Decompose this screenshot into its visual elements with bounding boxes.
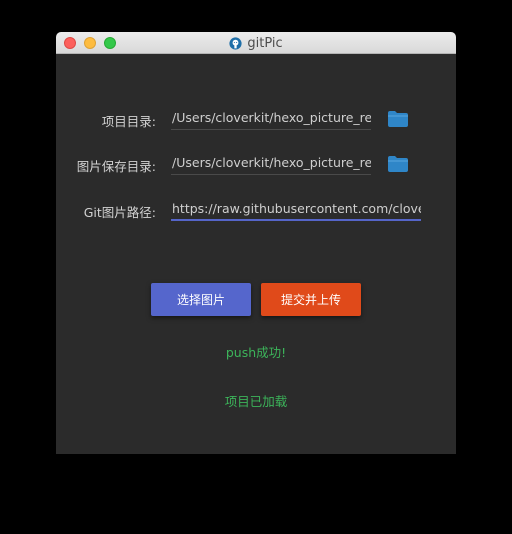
project-status-text: 项目已加载 [224,394,288,409]
window-title: gitPic [247,35,283,51]
folder-icon [388,111,408,127]
project-dir-input[interactable] [171,106,371,130]
project-dir-label: 项目目录: [101,114,156,129]
app-window: gitPic 项目目录: 图片保存目录: Git图片路径: 选择图片 提交并上传… [56,32,456,454]
commit-upload-button[interactable]: 提交并上传 [261,283,361,316]
save-dir-browse-button[interactable] [387,155,409,173]
project-dir-browse-button[interactable] [387,110,409,128]
save-dir-label: 图片保存目录: [76,159,156,174]
select-image-button[interactable]: 选择图片 [151,283,251,316]
push-status-text: push成功! [225,345,287,360]
github-octocat-icon [229,36,242,50]
title-group: gitPic [56,32,456,54]
git-path-label: Git图片路径: [83,205,156,220]
git-path-input[interactable] [171,197,421,221]
save-dir-input[interactable] [171,151,371,175]
folder-icon [388,156,408,172]
title-bar[interactable]: gitPic [56,32,456,54]
